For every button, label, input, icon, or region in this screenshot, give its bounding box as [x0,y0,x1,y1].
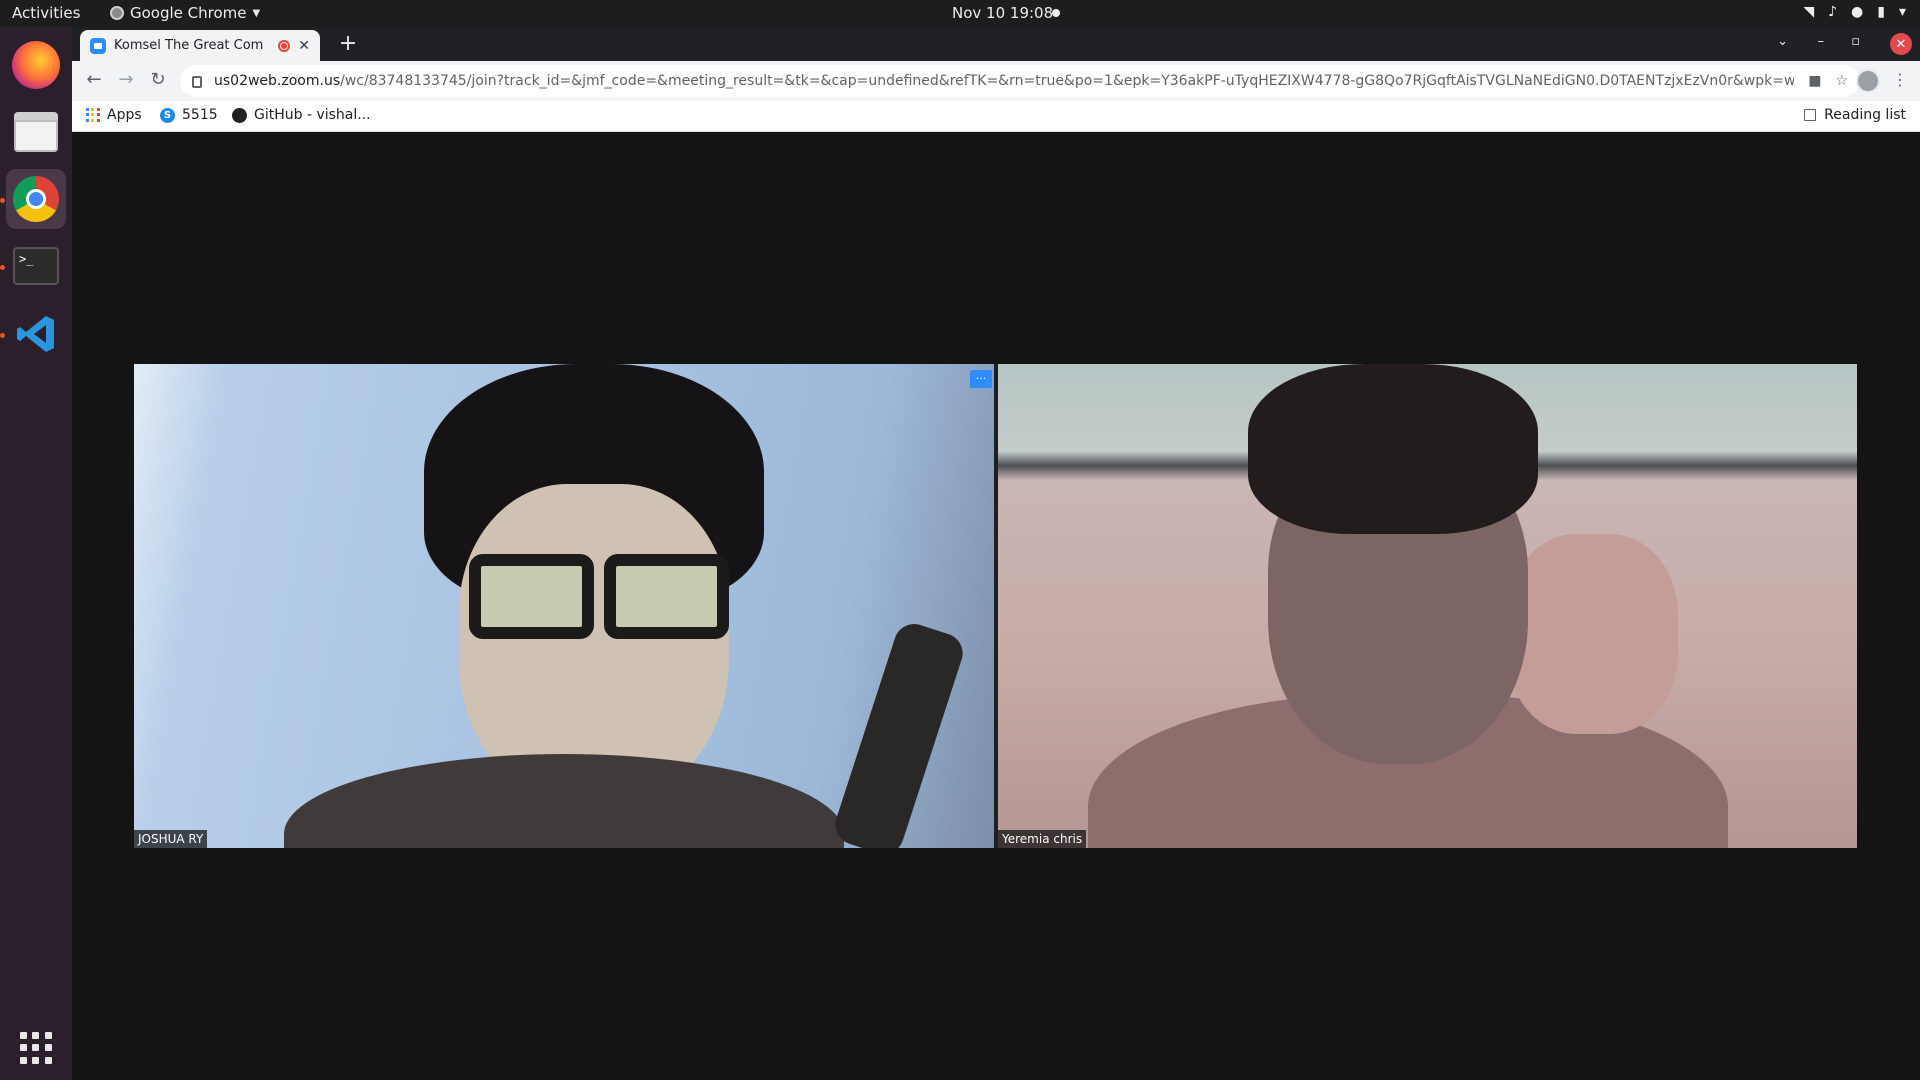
browser-toolbar: ← → ↻ us02web.zoom.us /wc/83748133745/jo… [72,61,1920,101]
tab-title: Komsel The Great Com [114,38,264,53]
apps-icon [86,108,100,122]
zoom-meeting-area: ... JOSHUA RY Yeremia chris [72,132,1920,1080]
reading-list-icon [1804,109,1817,121]
chrome-app-icon [110,6,124,20]
url-path: /wc/83748133745/join?track_id=&jmf_code=… [340,73,1795,89]
tab-strip: Komsel The Great Com ✕ + ⌄ – ▫ ✕ [72,27,1920,61]
files-icon [14,112,58,152]
activities-button[interactable]: Activities [12,4,80,22]
bookmarks-bar: Apps S 5515 GitHub - vishal... Reading l… [72,101,1920,132]
close-window-button[interactable]: ✕ [1890,33,1912,55]
bookmark-label: 5515 [182,107,218,123]
background-cloth [1508,534,1678,734]
zoom-favicon-icon [90,37,106,54]
bookmark-5515[interactable]: S 5515 [160,107,218,123]
caret-down-icon: ▼ [252,7,261,19]
running-indicator [0,198,5,203]
dock-chrome[interactable] [6,169,66,229]
bookmark-label: Apps [107,107,142,123]
app-menu[interactable]: Google Chrome ▼ [110,4,260,22]
gnome-top-bar: Activities Google Chrome ▼ Nov 10 19:08 … [0,0,1920,27]
firefox-icon [12,41,60,89]
dock-vscode[interactable] [6,304,66,364]
participant-video[interactable]: Yeremia chris [998,364,1857,848]
lock-icon [192,76,202,88]
bookmark-label: GitHub - vishal... [254,107,371,123]
profile-avatar[interactable] [1856,69,1880,93]
battery-icon: ▮ [1877,4,1885,20]
glasses-left-lens [469,554,594,639]
close-tab-icon[interactable]: ✕ [298,38,310,54]
volume-icon: ♪ [1828,4,1838,20]
vscode-icon [17,316,54,352]
tab-search-icon[interactable]: ⌄ [1777,34,1788,49]
new-tab-button[interactable]: + [334,31,362,56]
chrome-icon [13,176,59,222]
participant-name-tag: Yeremia chris [998,830,1087,848]
restore-button[interactable]: ▫ [1851,34,1860,49]
show-applications-icon[interactable] [20,1032,52,1064]
dock: >_ [0,27,72,1080]
background-bag-strap [830,618,968,848]
running-indicator [0,333,5,338]
dock-terminal[interactable]: >_ [6,236,66,296]
wifi-icon: ◥ [1803,4,1815,20]
back-button[interactable]: ← [82,69,106,90]
participant-video[interactable]: ... JOSHUA RY [134,364,994,848]
glasses-right-lens [604,554,729,639]
video-more-options-button[interactable]: ... [970,370,992,388]
recording-icon [278,39,291,52]
address-bar[interactable]: us02web.zoom.us /wc/83748133745/join?tra… [180,65,1860,97]
participant-name-tag: JOSHUA RY [134,830,208,848]
url-host: us02web.zoom.us [214,73,341,89]
terminal-icon: >_ [13,247,59,285]
browser-window: Komsel The Great Com ✕ + ⌄ – ▫ ✕ ← → ↻ u… [72,27,1920,132]
app-menu-label: Google Chrome [130,4,247,22]
microphone-icon: ● [1851,4,1864,20]
bookmark-github[interactable]: GitHub - vishal... [232,107,371,123]
skype-icon: S [160,107,175,123]
running-indicator [0,265,5,270]
chrome-menu-icon[interactable]: ⋮ [1892,70,1908,89]
minimize-button[interactable]: – [1818,34,1825,49]
reload-button[interactable]: ↻ [146,69,170,90]
participant-hair [1248,364,1538,534]
chevron-down-icon: ▾ [1898,4,1906,20]
clock[interactable]: Nov 10 19:08 [952,4,1053,22]
github-icon [232,107,247,123]
bookmark-star-icon[interactable]: ☆ [1835,73,1848,89]
reading-list-button[interactable]: Reading list [1804,107,1906,123]
reading-list-label: Reading list [1824,107,1906,123]
notification-dot-icon [1052,9,1060,17]
dock-firefox[interactable] [6,35,66,95]
forward-button[interactable]: → [114,69,138,90]
dock-files[interactable] [6,102,66,162]
system-tray[interactable]: ◥ ♪ ● ▮ ▾ [1803,4,1906,20]
participant-shirt [284,754,844,848]
tab-zoom-meeting[interactable]: Komsel The Great Com ✕ [80,30,320,61]
camera-icon[interactable]: ■ [1808,73,1821,89]
bookmark-apps[interactable]: Apps [86,107,142,123]
